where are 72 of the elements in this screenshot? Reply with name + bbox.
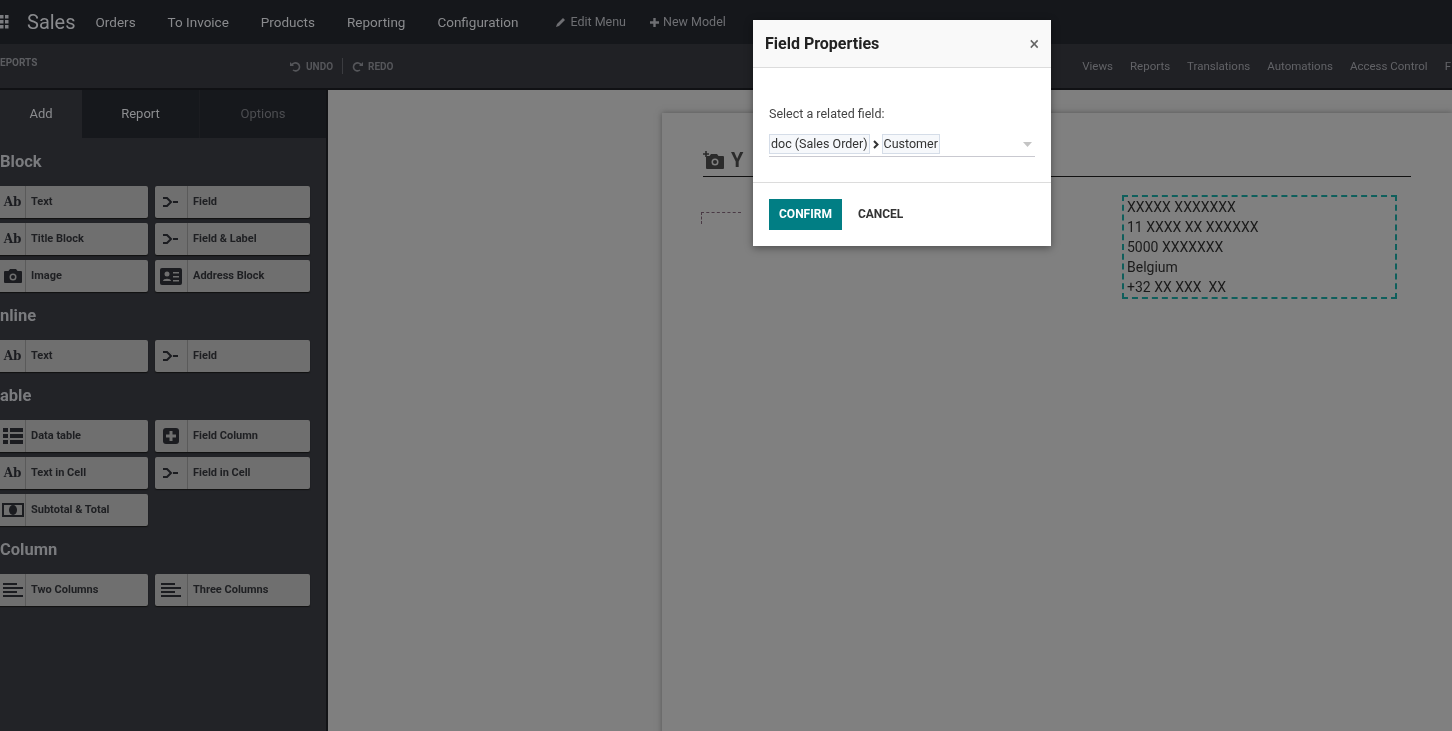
component-button[interactable]: Field (155, 186, 310, 218)
component-button[interactable]: Field Column (155, 420, 310, 452)
studio-tab[interactable]: Views (1082, 58, 1114, 76)
address-card-icon (160, 267, 182, 285)
confirm-button[interactable]: CONFIRM (769, 198, 842, 230)
chevron-right-icon (872, 139, 879, 149)
field-icon (163, 350, 179, 362)
related-field-select[interactable]: doc (Sales Order) Customer (769, 132, 1035, 157)
studio-tab[interactable]: Access Control (1349, 58, 1428, 76)
path-chip: doc (Sales Order) (769, 134, 870, 155)
component-button[interactable]: Field & Label (155, 223, 310, 255)
section-heading: nline (0, 305, 38, 327)
component-button[interactable]: Image (0, 260, 148, 292)
align-left-icon (161, 583, 181, 597)
menu-item[interactable]: To Invoice (167, 11, 229, 33)
component-button[interactable]: Data table (0, 420, 148, 452)
app-title[interactable]: Sales (27, 7, 76, 37)
address-line: Belgium (1127, 258, 1179, 277)
component-button[interactable]: Field in Cell (155, 457, 310, 489)
field-icon (163, 233, 179, 245)
text-format-icon: Ab (3, 347, 22, 365)
address-line: 5000 XXXXXXX (1127, 238, 1225, 257)
component-button[interactable]: Ab Title Block (0, 223, 148, 255)
section-heading: able (0, 385, 33, 407)
menu-item[interactable]: Products (260, 11, 315, 33)
address-line: XXXXX XXXXXXX (1127, 198, 1237, 217)
component-button[interactable]: Two Columns (0, 574, 148, 606)
field-icon (163, 467, 179, 479)
field-icon (163, 196, 179, 208)
banknote-icon (1, 503, 24, 517)
plus-square-icon (163, 428, 179, 444)
menu-item[interactable]: Orders (95, 11, 136, 33)
section-heading: Block (0, 151, 43, 173)
section-heading: Column (0, 539, 59, 561)
menu-item[interactable]: Reporting (347, 11, 406, 33)
text-format-icon: Ab (3, 193, 22, 211)
address-line: +32 XX XXX XX (1127, 278, 1227, 297)
toolbar-title: EPORTS (0, 56, 39, 70)
caret-icon (1023, 141, 1032, 147)
dashed-placeholder (701, 212, 741, 224)
address-line: 11 XXXX XX XXXXXX (1127, 218, 1260, 237)
company-name: Y (731, 146, 744, 174)
text-format-icon: Ab (3, 464, 22, 482)
close-button[interactable]: × (1029, 34, 1039, 53)
component-button[interactable]: Three Columns (155, 574, 310, 606)
edit-menu-link[interactable]: Edit Menu (556, 12, 626, 32)
new-model-link[interactable]: New Model (650, 12, 726, 32)
studio-tab[interactable]: Reports (1130, 58, 1171, 76)
path-chip: Customer (881, 134, 940, 155)
component-button[interactable]: Ab Text in Cell (0, 457, 148, 489)
add-image-icon (703, 150, 725, 169)
pencil-icon (556, 17, 567, 27)
component-button[interactable]: Subtotal & Total (0, 494, 148, 526)
field-label: Select a related field: (769, 105, 886, 123)
studio-tab[interactable]: F (1444, 58, 1451, 76)
studio-tab[interactable]: Automations (1267, 58, 1333, 76)
text-format-icon: Ab (3, 230, 22, 248)
studio-tab[interactable]: Translations (1187, 58, 1251, 76)
dialog-title: Field Properties (765, 32, 880, 55)
undo-icon (290, 61, 301, 72)
apps-grid-icon[interactable] (0, 15, 12, 29)
menu-item[interactable]: Configuration (437, 11, 519, 33)
list-icon (2, 428, 23, 444)
component-button[interactable]: Ab Text (0, 340, 148, 372)
camera-icon (3, 269, 22, 283)
plus-icon (650, 17, 659, 27)
component-button[interactable]: Ab Text (0, 186, 148, 218)
sidebar-tab[interactable]: Report (82, 90, 200, 138)
align-left-icon (2, 583, 23, 597)
component-button[interactable]: Address Block (155, 260, 310, 292)
redo-icon (352, 61, 364, 72)
component-button[interactable]: Field (155, 340, 310, 372)
